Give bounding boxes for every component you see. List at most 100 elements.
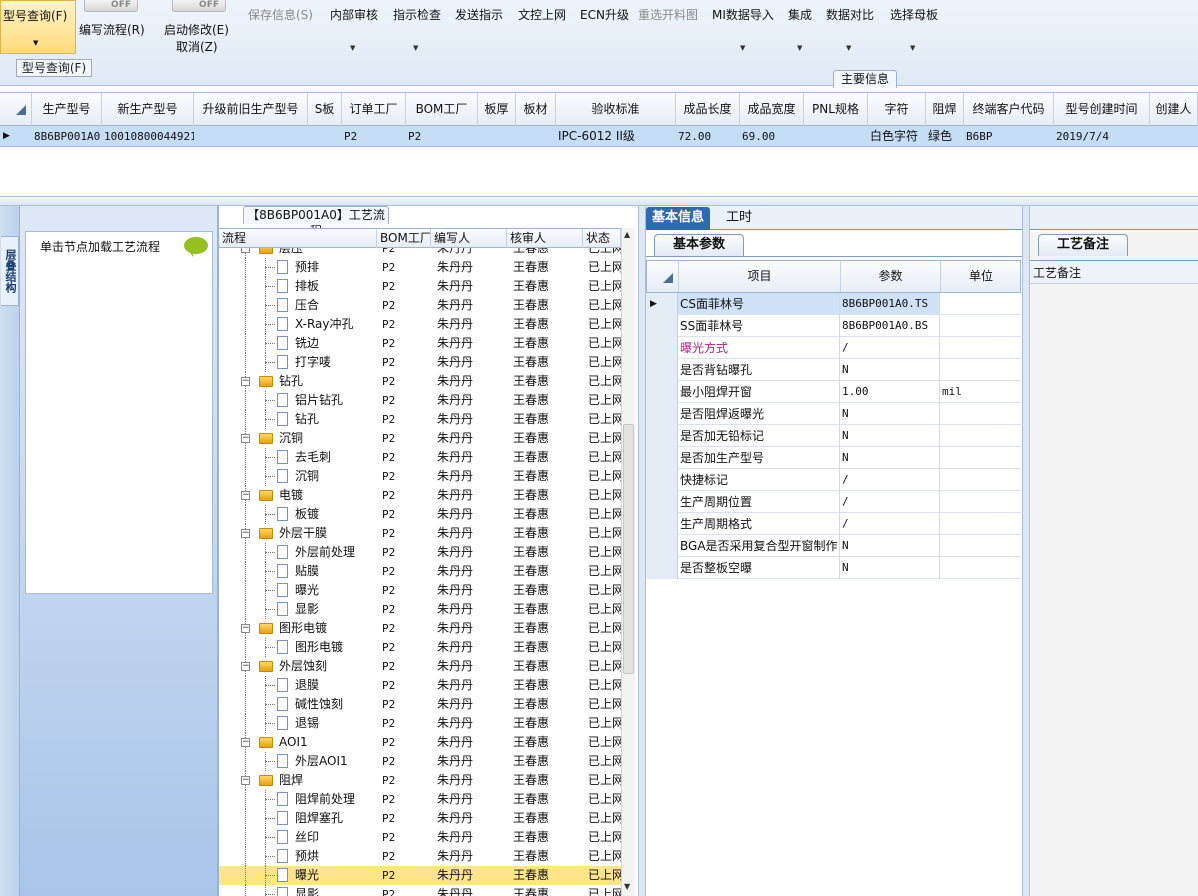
param-unit[interactable] (940, 447, 1021, 469)
col-header[interactable]: 状态 (583, 229, 621, 248)
cell-old-model[interactable] (194, 126, 308, 147)
row-indicator[interactable] (646, 447, 678, 469)
tree-row[interactable]: − 电镀 P2 朱丹丹 王春惠 已上网 (219, 486, 621, 505)
param-unit[interactable] (940, 491, 1021, 513)
vertical-splitter[interactable] (638, 206, 646, 896)
instruction-check-button[interactable]: 指示检查 ▼ (393, 6, 441, 52)
tree-row[interactable]: − 外层干膜 P2 朱丹丹 王春惠 已上网 (219, 524, 621, 543)
cancel-button[interactable]: 取消(Z) (176, 38, 218, 55)
cell-length[interactable]: 72.00 (676, 126, 740, 147)
col-header[interactable]: 创建人 (1150, 93, 1198, 126)
cell-material[interactable] (516, 126, 556, 147)
row-indicator[interactable] (646, 425, 678, 447)
cell-legend[interactable]: 白色字符 (868, 126, 926, 147)
col-header[interactable]: 参数 (841, 261, 941, 292)
grid-corner[interactable] (647, 261, 679, 292)
col-header[interactable]: PNL规格 (804, 93, 868, 126)
param-unit[interactable] (940, 315, 1021, 337)
row-indicator[interactable] (646, 491, 678, 513)
mi-data-import-button[interactable]: MI数据导入 ▼ (712, 6, 774, 52)
scroll-thumb[interactable] (623, 424, 634, 674)
col-header[interactable]: 流程 (219, 229, 377, 248)
col-header[interactable]: 成品长度 (676, 93, 740, 126)
col-header[interactable]: 单位 (941, 261, 1021, 292)
cell-thickness[interactable] (478, 126, 516, 147)
param-value[interactable]: N (840, 359, 940, 381)
param-row[interactable]: SS面菲林号 8B6BP001A0.BS (646, 315, 1021, 337)
grid-corner[interactable] (0, 93, 32, 126)
tree-row[interactable]: 压合 P2 朱丹丹 王春惠 已上网 (219, 296, 621, 315)
tree-row[interactable]: 退锡 P2 朱丹丹 王春惠 已上网 (219, 714, 621, 733)
col-header[interactable]: 订单工厂 (342, 93, 406, 126)
row-indicator[interactable] (646, 337, 678, 359)
integration-button[interactable]: 集成 ▼ (788, 6, 812, 52)
col-header[interactable]: S板 (308, 93, 342, 126)
tab-process-notes[interactable]: 工艺备注 (1038, 234, 1128, 256)
param-value[interactable]: N (840, 403, 940, 425)
tree-row[interactable]: 贴膜 P2 朱丹丹 王春惠 已上网 (219, 562, 621, 581)
collapse-icon[interactable]: − (241, 248, 250, 253)
reselect-cutting-chart-button[interactable]: 重选开料图 (638, 6, 698, 23)
param-unit[interactable]: mil (940, 381, 1021, 403)
tree-row[interactable]: 阻焊前处理 P2 朱丹丹 王春惠 已上网 (219, 790, 621, 809)
vertical-splitter[interactable] (1022, 206, 1030, 896)
tab-basic-info[interactable]: 基本信息 (646, 207, 711, 230)
param-row[interactable]: 快捷标记 / (646, 469, 1021, 491)
cell-customer-code[interactable]: B6BP (964, 126, 1054, 147)
tree-row[interactable]: 阻焊塞孔 P2 朱丹丹 王春惠 已上网 (219, 809, 621, 828)
tree-row[interactable]: 丝印 P2 朱丹丹 王春惠 已上网 (219, 828, 621, 847)
tree-row[interactable]: 打字唛 P2 朱丹丹 王春惠 已上网 (219, 353, 621, 372)
col-header[interactable]: 核审人 (507, 229, 583, 248)
write-flow-toggle[interactable]: OFF (84, 0, 138, 12)
cell-bom-factory[interactable]: P2 (406, 126, 478, 147)
col-header[interactable]: 生产型号 (32, 93, 102, 126)
stackup-tree[interactable]: 单击节点加载工艺流程 (25, 231, 213, 594)
col-header[interactable]: BOM工厂 (377, 229, 431, 248)
param-value[interactable]: / (840, 337, 940, 359)
tree-row[interactable]: 板镀 P2 朱丹丹 王春惠 已上网 (219, 505, 621, 524)
tree-row[interactable]: 曝光 P2 朱丹丹 王春惠 已上网 (219, 581, 621, 600)
col-header[interactable]: BOM工厂 (406, 93, 478, 126)
tree-row[interactable]: X-Ray冲孔 P2 朱丹丹 王春惠 已上网 (219, 315, 621, 334)
tab-basic-params[interactable]: 基本参数 (654, 234, 744, 256)
cell-new-model[interactable]: 10010800044921 (102, 126, 194, 147)
col-header[interactable]: 板厚 (478, 93, 516, 126)
start-modify-toggle[interactable]: OFF (172, 0, 226, 12)
tree-row[interactable]: − AOI1 P2 朱丹丹 王春惠 已上网 (219, 733, 621, 752)
tree-row[interactable]: 曝光 P2 朱丹丹 王春惠 已上网 (219, 866, 621, 885)
param-value[interactable]: / (840, 513, 940, 535)
param-row[interactable]: 生产周期格式 / (646, 513, 1021, 535)
row-indicator[interactable] (646, 403, 678, 425)
tree-row[interactable]: 外层前处理 P2 朱丹丹 王春惠 已上网 (219, 543, 621, 562)
tree-row[interactable]: − 外层蚀刻 P2 朱丹丹 王春惠 已上网 (219, 657, 621, 676)
collapse-icon[interactable]: − (241, 377, 250, 386)
doc-control-online-button[interactable]: 文控上网 (518, 6, 566, 23)
save-info-button[interactable]: 保存信息(S) (248, 6, 313, 23)
col-header[interactable]: 板材 (516, 93, 556, 126)
param-row[interactable]: ▶ CS面菲林号 8B6BP001A0.TS (646, 293, 1021, 315)
param-value[interactable]: N (840, 447, 940, 469)
tree-row[interactable]: − 沉铜 P2 朱丹丹 王春惠 已上网 (219, 429, 621, 448)
tree-row[interactable]: 碱性蚀刻 P2 朱丹丹 王春惠 已上网 (219, 695, 621, 714)
horizontal-splitter[interactable] (0, 196, 1198, 206)
row-indicator[interactable] (646, 535, 678, 557)
select-mother-board-button[interactable]: 选择母板 ▼ (890, 6, 938, 52)
tree-row[interactable]: 去毛刺 P2 朱丹丹 王春惠 已上网 (219, 448, 621, 467)
cell-acceptance[interactable]: IPC-6012 II级 (556, 126, 676, 147)
col-header[interactable]: 升级前旧生产型号 (194, 93, 308, 126)
start-modify-button[interactable]: 启动修改(E) (164, 21, 229, 38)
row-indicator[interactable] (646, 381, 678, 403)
tree-row[interactable]: 沉铜 P2 朱丹丹 王春惠 已上网 (219, 467, 621, 486)
param-value[interactable]: N (840, 425, 940, 447)
tree-row[interactable]: − 钻孔 P2 朱丹丹 王春惠 已上网 (219, 372, 621, 391)
cell-s-board[interactable] (308, 126, 342, 147)
col-header[interactable]: 字符 (868, 93, 926, 126)
tree-row[interactable]: 钻孔 P2 朱丹丹 王春惠 已上网 (219, 410, 621, 429)
param-unit[interactable] (940, 513, 1021, 535)
param-value[interactable]: / (840, 491, 940, 513)
row-indicator[interactable] (646, 513, 678, 535)
tree-row[interactable]: 预烘 P2 朱丹丹 王春惠 已上网 (219, 847, 621, 866)
param-unit[interactable] (940, 535, 1021, 557)
cell-pnl[interactable] (804, 126, 868, 147)
collapse-icon[interactable]: − (241, 662, 250, 671)
